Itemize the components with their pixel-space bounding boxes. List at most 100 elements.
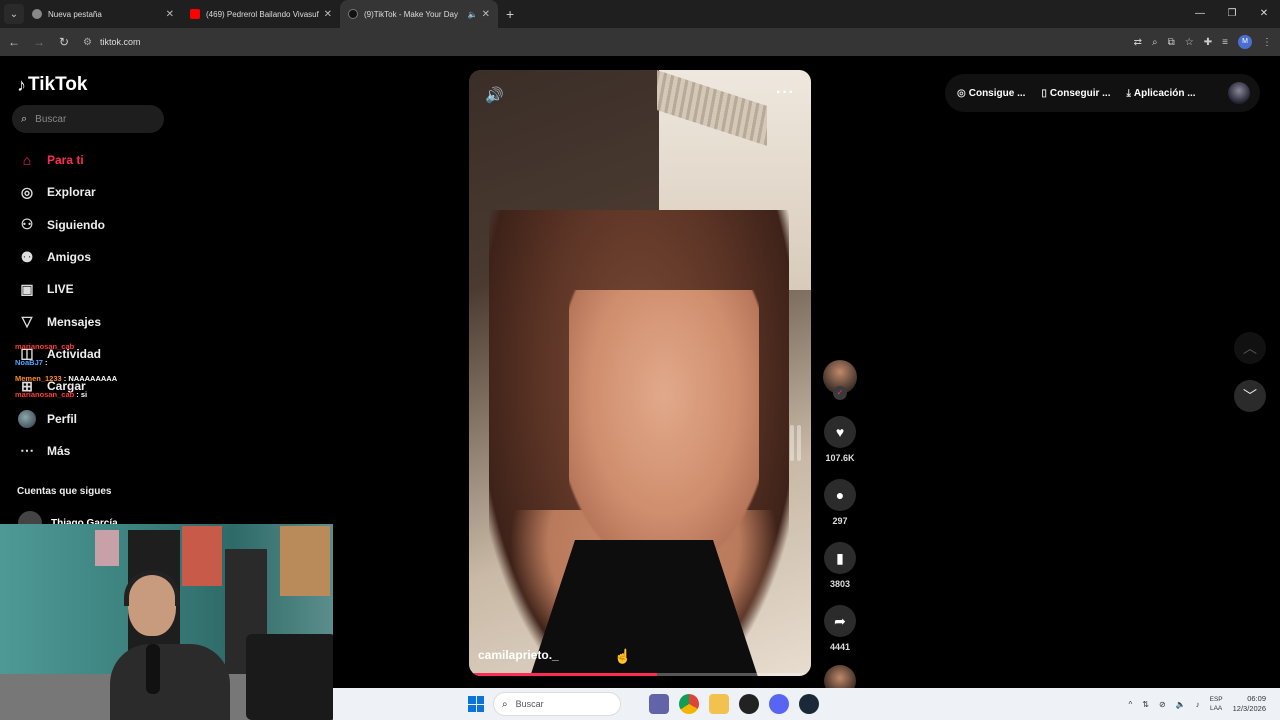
chat-text: : NAAAAAAAA [63, 374, 118, 383]
tab-tiktok[interactable]: (9)TikTok - Make Your Day 🔈 ✕ [340, 0, 498, 28]
chrome-icon[interactable] [679, 694, 699, 714]
system-tray: ^ ⇅ ⊘ 🔈 ♪ ESP LAA 06:09 12/3/2026 [1128, 688, 1266, 720]
sidebar-nav: ⌂ Para ti ◎ Explorar ⚇ Siguiendo ⚉ Amigo… [18, 144, 105, 467]
reload-button[interactable]: ↻ [53, 35, 75, 49]
user-avatar[interactable] [1228, 82, 1250, 104]
tab-search-button[interactable]: ⌄ [4, 4, 24, 24]
coin-icon: ◎ [957, 87, 966, 99]
sidebar-item-para-ti[interactable]: ⌂ Para ti [18, 144, 105, 176]
sidebar-item-mensajes[interactable]: ▽ Mensajes [18, 305, 105, 337]
taskbar-apps [649, 694, 819, 714]
teams-icon[interactable] [649, 694, 669, 714]
bookmark-icon: ▮ [836, 549, 844, 566]
tiktok-logo[interactable]: ♪ TikTok [17, 74, 87, 96]
discord-icon[interactable] [769, 694, 789, 714]
install-app-icon[interactable]: ⧉ [1168, 37, 1175, 48]
url-field[interactable]: ⚙ tiktok.com [83, 37, 140, 48]
close-window-button[interactable]: ✕ [1248, 0, 1280, 28]
following-section-title: Cuentas que sigues [17, 486, 112, 497]
chat-user: marianosan_cab [15, 390, 75, 399]
youtube-icon [190, 9, 200, 19]
sidebar-item-perfil[interactable]: Perfil [18, 402, 105, 434]
save-button[interactable]: ▮ [824, 542, 856, 574]
friends-icon: ⚉ [20, 248, 34, 265]
close-tab-icon[interactable]: ✕ [166, 9, 174, 20]
sidebar-item-explorar[interactable]: ◎ Explorar [18, 176, 105, 208]
comment-count: 297 [832, 516, 848, 526]
more-options-icon[interactable]: ··· [776, 84, 795, 102]
video-username[interactable]: camilaprieto._ [478, 648, 559, 662]
nav-label: Amigos [47, 250, 92, 265]
profile-avatar [18, 409, 36, 428]
poster-image [95, 530, 119, 566]
pause-indicator-icon [790, 425, 804, 461]
obs-icon[interactable] [739, 694, 759, 714]
desktop-app-button[interactable]: ⤓ Aplicación ... [1126, 88, 1195, 99]
back-button[interactable]: ← [3, 35, 25, 49]
like-button[interactable]: ♥ [824, 416, 856, 448]
sidebar-item-siguiendo[interactable]: ⚇ Siguiendo [18, 209, 105, 241]
comment-button[interactable]: ● [824, 479, 856, 511]
translate-icon[interactable]: ⇄ [1134, 37, 1142, 48]
tiktok-page: ♪ TikTok ⌕ Buscar ⌂ Para ti ◎ Explorar ⚇… [0, 56, 1280, 720]
bookmark-star-icon[interactable]: ☆ [1185, 37, 1194, 48]
close-tab-icon[interactable]: ✕ [324, 9, 332, 20]
nav-label: LIVE [47, 282, 74, 297]
follow-check-icon[interactable]: ✓ [833, 386, 847, 400]
get-app-button[interactable]: ▯ Conseguir ... [1041, 88, 1110, 99]
creator-avatar[interactable]: ✓ [823, 360, 857, 400]
search-input[interactable]: ⌕ Buscar [12, 105, 164, 133]
chat-text: : [45, 358, 48, 367]
windows-taskbar: ⌕ Buscar ^ ⇅ ⊘ 🔈 ♪ ESP LAA 06:09 12/3/20… [333, 688, 1280, 720]
taskbar-search[interactable]: ⌕ Buscar [493, 692, 621, 716]
zoom-icon[interactable]: ⌕ [1152, 37, 1158, 48]
sidebar-item-mas[interactable]: ⋯ Más [18, 435, 105, 467]
new-tab-button[interactable]: + [506, 6, 514, 22]
file-explorer-icon[interactable] [709, 694, 729, 714]
streamer-body [110, 644, 230, 720]
maximize-button[interactable]: ❐ [1216, 0, 1248, 28]
tray-overflow-icon[interactable]: ^ [1128, 700, 1132, 709]
steam-icon[interactable] [799, 694, 819, 714]
windows-start-icon[interactable] [468, 696, 484, 712]
previous-video-button[interactable]: ︿ [1234, 332, 1266, 364]
tab-youtube[interactable]: (469) Pedrerol Bailando Vivasuf ✕ [182, 0, 340, 28]
get-coins-button[interactable]: ◎ Consigue ... [957, 88, 1025, 99]
sidebar-item-live[interactable]: ▣ LIVE [18, 273, 105, 305]
language-indicator[interactable]: ESP LAA [1210, 695, 1223, 713]
minimize-button[interactable]: — [1184, 0, 1216, 28]
profile-avatar[interactable]: M [1238, 35, 1252, 49]
video-progress-bar[interactable] [469, 673, 811, 676]
messages-icon: ▽ [21, 313, 33, 330]
volume-icon[interactable]: 🔈 [1176, 700, 1186, 709]
sidebar-item-amigos[interactable]: ⚉ Amigos [18, 241, 105, 273]
taskbar-clock[interactable]: 06:09 12/3/2026 [1233, 694, 1266, 714]
mic-icon[interactable]: ♪ [1196, 700, 1200, 709]
chat-message: NoaBJ7 : [15, 355, 117, 371]
wifi-off-icon[interactable]: ⊘ [1159, 700, 1166, 709]
browser-menu-icon[interactable]: ⋮ [1262, 37, 1272, 48]
video-player[interactable]: 🔊 ··· camilaprieto._ [469, 70, 811, 676]
volume-icon[interactable]: 🔊 [485, 86, 504, 104]
search-placeholder: Buscar [35, 113, 67, 125]
forward-button[interactable]: → [28, 35, 50, 49]
like-count: 107.6K [825, 453, 855, 463]
chevron-down-icon: ﹀ [1243, 388, 1257, 404]
close-tab-icon[interactable]: ✕ [482, 9, 490, 20]
comment-icon: ● [835, 487, 845, 503]
taskbar-search-placeholder: Buscar [515, 699, 544, 709]
browser-toolbar-right: ⇄ ⌕ ⧉ ☆ ✚ ≡ M ⋮ [1134, 28, 1272, 56]
next-video-button[interactable]: ﹀ [1234, 380, 1266, 412]
lang-layout: LAA [1209, 705, 1223, 712]
chat-user: marianosan_cab [15, 342, 75, 351]
extensions-icon[interactable]: ✚ [1204, 37, 1212, 48]
nav-label: Para ti [47, 153, 84, 168]
network-icon[interactable]: ⇅ [1142, 700, 1149, 709]
chat-message: Memen_1233 : NAAAAAAAA [15, 371, 117, 387]
share-button[interactable]: ➦ [824, 605, 856, 637]
reading-list-icon[interactable]: ≡ [1222, 37, 1228, 48]
tab-title: (469) Pedrerol Bailando Vivasuf [206, 9, 319, 19]
site-info-icon[interactable]: ⚙ [83, 37, 92, 48]
tab-nueva-pestana[interactable]: Nueva pestaña ✕ [24, 0, 182, 28]
speaker-icon[interactable]: 🔈 [468, 10, 478, 19]
